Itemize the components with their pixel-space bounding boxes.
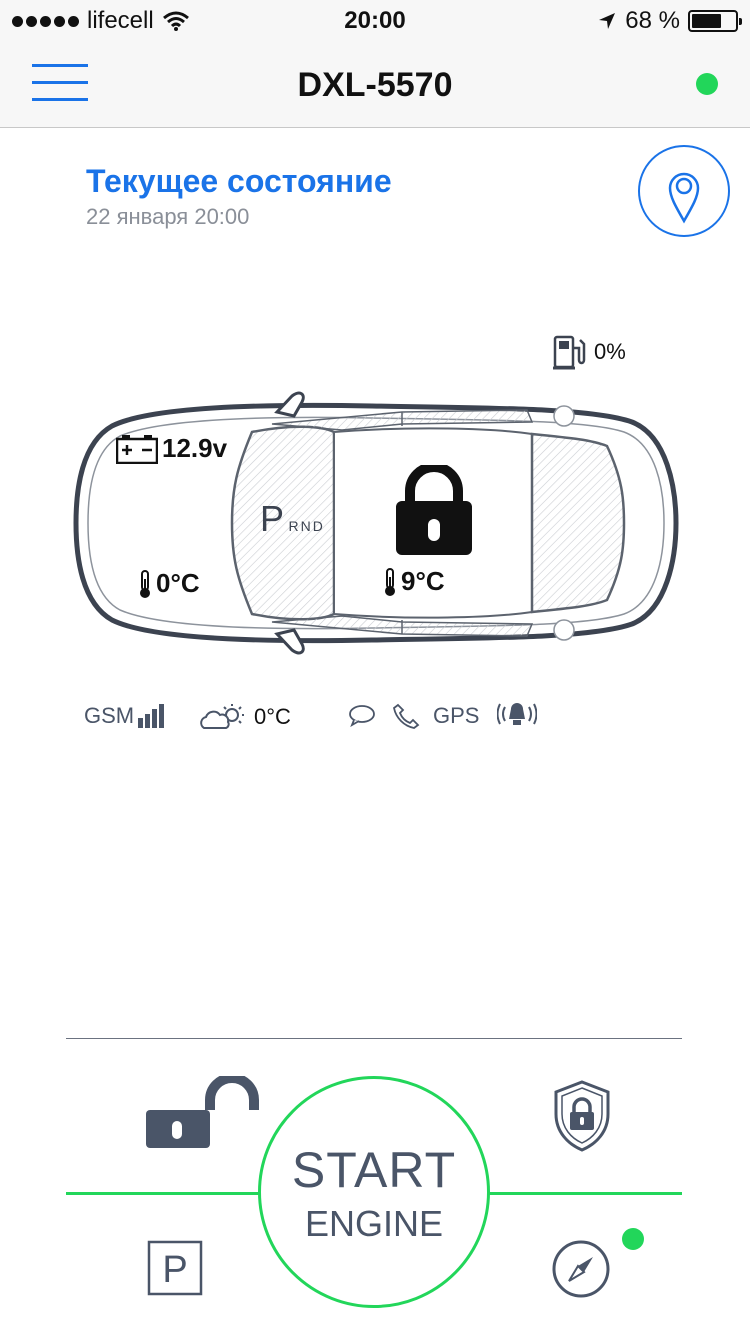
weather-temp: 0°C	[254, 704, 291, 729]
cabin-temp-value: 9°C	[401, 566, 445, 596]
nav-bar: DXL-5570	[0, 40, 750, 128]
alarm-indicator	[497, 703, 537, 729]
signal-bars-icon	[138, 704, 165, 728]
map-pin-icon	[668, 172, 700, 224]
fuel-pump-icon	[553, 335, 586, 370]
voltage-value: 12.9v	[162, 433, 228, 463]
parking-button[interactable]: P	[147, 1240, 203, 1301]
thermometer-icon	[140, 569, 150, 598]
page-title: Текущее состояние	[86, 163, 392, 199]
controls-divider	[66, 1038, 682, 1039]
battery-fill	[692, 14, 721, 28]
gear-options: RND	[288, 518, 325, 534]
device-title: DXL-5570	[297, 66, 453, 104]
weather-indicator: 0°C	[198, 703, 291, 731]
status-right: 68 %	[597, 7, 742, 35]
car-battery-icon	[116, 434, 158, 464]
padlock-open-icon	[146, 1073, 259, 1148]
start-line-left	[66, 1192, 266, 1195]
sms-indicator	[348, 703, 376, 727]
start-label: START	[291, 1142, 457, 1198]
start-line-right	[484, 1192, 682, 1195]
gsm-indicator: GSM	[84, 703, 165, 729]
svg-text:P: P	[162, 1249, 187, 1291]
padlock-closed-icon	[396, 465, 472, 555]
call-indicator	[392, 703, 420, 729]
state-timestamp: 22 января 20:00	[86, 204, 250, 229]
indicators-row: GSM 0°C GPS	[84, 703, 644, 733]
parking-icon: P	[147, 1240, 203, 1296]
cabin-temperature: 9°C	[383, 566, 445, 597]
fuel-indicator: 0%	[552, 334, 626, 370]
outside-temp-value: 0°C	[156, 568, 200, 598]
status-bar: lifecell 20:00 68 %	[0, 0, 750, 40]
engine-label: ENGINE	[304, 1203, 444, 1244]
battery-voltage: 12.9v	[116, 433, 227, 464]
phone-icon	[393, 703, 420, 729]
map-button[interactable]	[638, 145, 730, 237]
chat-bubble-icon	[349, 705, 375, 727]
guard-button[interactable]	[552, 1080, 612, 1157]
shield-lock-icon	[554, 1080, 610, 1152]
battery-percent: 68 %	[625, 7, 680, 34]
navigation-button[interactable]	[551, 1239, 611, 1304]
compass-icon	[552, 1240, 610, 1298]
gps-indicator: GPS	[433, 703, 479, 729]
location-arrow-icon	[599, 13, 616, 29]
cloud-sun-icon	[200, 704, 244, 729]
car-top-view	[73, 391, 679, 655]
unlock-button[interactable]	[140, 1073, 260, 1157]
thermometer-icon	[385, 567, 395, 596]
gear-indicator: P RND	[260, 498, 325, 540]
start-engine-button[interactable]: START ENGINE	[258, 1076, 490, 1308]
alarm-siren-icon	[497, 703, 537, 725]
gsm-label: GSM	[84, 703, 135, 728]
outside-temperature: 0°C	[138, 568, 200, 599]
fuel-level: 0%	[594, 339, 626, 364]
connection-status-dot	[696, 73, 718, 95]
gps-label: GPS	[433, 703, 480, 728]
navigation-active-dot	[622, 1228, 644, 1250]
battery-icon	[688, 10, 742, 32]
gear-selected: P	[260, 498, 285, 539]
